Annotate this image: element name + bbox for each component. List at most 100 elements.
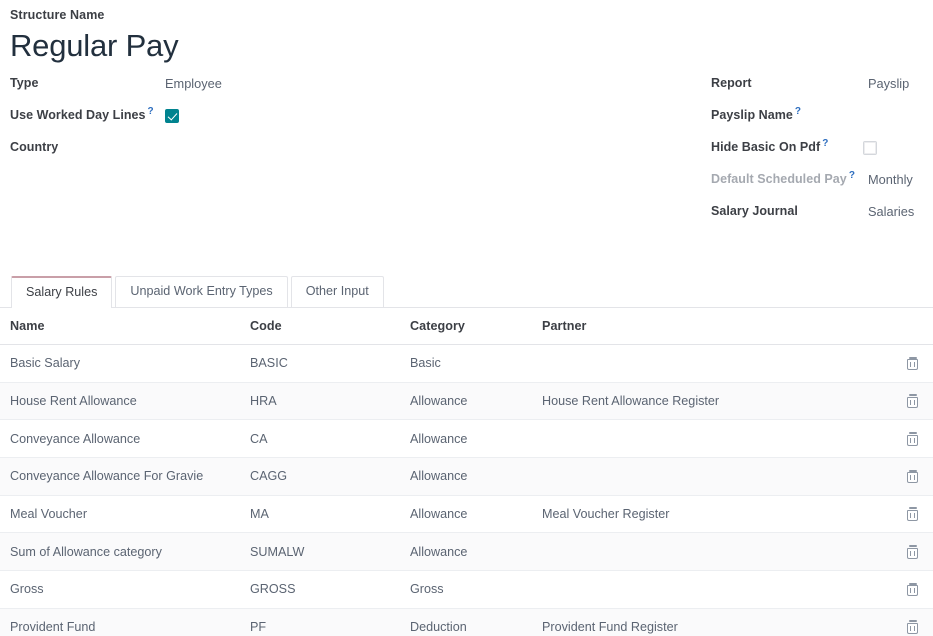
cell-name[interactable]: Meal Voucher bbox=[0, 495, 250, 533]
delete-icon[interactable] bbox=[906, 394, 919, 408]
cell-category[interactable]: Allowance bbox=[410, 533, 542, 571]
field-row-default-scheduled-pay: Default Scheduled Pay?Monthly bbox=[711, 170, 923, 190]
table-header: Name Code Category Partner bbox=[0, 308, 933, 345]
checkbox-hide-basic-on-pdf[interactable] bbox=[863, 141, 877, 155]
cell-actions bbox=[872, 420, 933, 458]
cell-name[interactable]: Conveyance Allowance For Gravie bbox=[0, 458, 250, 496]
field-row-country: Country bbox=[10, 138, 460, 158]
table-row[interactable]: Meal VoucherMAAllowanceMeal Voucher Regi… bbox=[0, 495, 933, 533]
delete-icon[interactable] bbox=[906, 357, 919, 371]
delete-icon[interactable] bbox=[906, 470, 919, 484]
table-row[interactable]: GrossGROSSGross bbox=[0, 571, 933, 609]
cell-code[interactable]: HRA bbox=[250, 382, 410, 420]
tooltip-icon[interactable]: ? bbox=[849, 170, 855, 181]
page-title[interactable]: Regular Pay bbox=[10, 26, 923, 66]
field-value-salary-journal[interactable]: Salaries bbox=[863, 202, 923, 221]
delete-icon[interactable] bbox=[906, 620, 919, 634]
cell-actions bbox=[872, 608, 933, 636]
cell-name[interactable]: Conveyance Allowance bbox=[0, 420, 250, 458]
cell-actions bbox=[872, 382, 933, 420]
column-header-partner[interactable]: Partner bbox=[542, 308, 872, 345]
delete-icon[interactable] bbox=[906, 432, 919, 446]
column-header-category[interactable]: Category bbox=[410, 308, 542, 345]
table-row[interactable]: Conveyance AllowanceCAAllowance bbox=[0, 420, 933, 458]
field-label-default-scheduled-pay: Default Scheduled Pay? bbox=[711, 170, 863, 189]
checkbox-use-worked-day-lines[interactable] bbox=[165, 109, 179, 123]
cell-partner[interactable] bbox=[542, 458, 872, 496]
cell-partner[interactable] bbox=[542, 571, 872, 609]
cell-code[interactable]: CA bbox=[250, 420, 410, 458]
cell-actions bbox=[872, 571, 933, 609]
field-area: TypeEmployeeUse Worked Day Lines?Country… bbox=[0, 74, 933, 264]
cell-code[interactable]: PF bbox=[250, 608, 410, 636]
field-value-default-scheduled-pay[interactable]: Monthly bbox=[863, 170, 923, 189]
cell-partner[interactable]: Provident Fund Register bbox=[542, 608, 872, 636]
table-row[interactable]: Sum of Allowance categorySUMALWAllowance bbox=[0, 533, 933, 571]
cell-partner[interactable]: Meal Voucher Register bbox=[542, 495, 872, 533]
cell-category[interactable]: Gross bbox=[410, 571, 542, 609]
field-column-right: ReportPayslipPayslip Name?Hide Basic On … bbox=[711, 74, 923, 234]
table-row[interactable]: Conveyance Allowance For GravieCAGGAllow… bbox=[0, 458, 933, 496]
form-header: Structure Name Regular Pay bbox=[0, 0, 933, 66]
cell-partner[interactable]: House Rent Allowance Register bbox=[542, 382, 872, 420]
field-row-salary-journal: Salary JournalSalaries bbox=[711, 202, 923, 222]
column-header-code[interactable]: Code bbox=[250, 308, 410, 345]
field-label-country: Country bbox=[10, 138, 165, 157]
delete-icon[interactable] bbox=[906, 545, 919, 559]
table-row[interactable]: Basic SalaryBASICBasic bbox=[0, 345, 933, 383]
cell-category[interactable]: Allowance bbox=[410, 420, 542, 458]
field-row-hide-basic-on-pdf: Hide Basic On Pdf? bbox=[711, 138, 923, 158]
field-row-type: TypeEmployee bbox=[10, 74, 460, 94]
field-value-type[interactable]: Employee bbox=[165, 74, 222, 93]
cell-actions bbox=[872, 495, 933, 533]
field-row-report: ReportPayslip bbox=[711, 74, 923, 94]
cell-code[interactable]: SUMALW bbox=[250, 533, 410, 571]
cell-name[interactable]: Sum of Allowance category bbox=[0, 533, 250, 571]
cell-partner[interactable] bbox=[542, 420, 872, 458]
cell-category[interactable]: Allowance bbox=[410, 382, 542, 420]
table-row[interactable]: House Rent AllowanceHRAAllowanceHouse Re… bbox=[0, 382, 933, 420]
field-column-left: TypeEmployeeUse Worked Day Lines?Country bbox=[10, 74, 460, 170]
cell-category[interactable]: Allowance bbox=[410, 495, 542, 533]
delete-icon[interactable] bbox=[906, 583, 919, 597]
delete-icon[interactable] bbox=[906, 507, 919, 521]
tooltip-icon[interactable]: ? bbox=[795, 106, 801, 117]
tooltip-icon[interactable]: ? bbox=[822, 138, 828, 149]
cell-actions bbox=[872, 533, 933, 571]
cell-code[interactable]: BASIC bbox=[250, 345, 410, 383]
column-header-name[interactable]: Name bbox=[0, 308, 250, 345]
cell-code[interactable]: GROSS bbox=[250, 571, 410, 609]
field-row-payslip-name: Payslip Name? bbox=[711, 106, 923, 126]
table-body: Basic SalaryBASICBasicHouse Rent Allowan… bbox=[0, 345, 933, 636]
cell-code[interactable]: CAGG bbox=[250, 458, 410, 496]
cell-name[interactable]: Gross bbox=[0, 571, 250, 609]
cell-category[interactable]: Deduction bbox=[410, 608, 542, 636]
column-header-actions bbox=[872, 308, 933, 345]
tab-bar: Salary RulesUnpaid Work Entry TypesOther… bbox=[0, 275, 933, 308]
cell-partner[interactable] bbox=[542, 345, 872, 383]
field-label-salary-journal: Salary Journal bbox=[711, 202, 863, 221]
field-label-payslip-name: Payslip Name? bbox=[711, 106, 863, 125]
salary-structure-form: Structure Name Regular Pay TypeEmployeeU… bbox=[0, 0, 933, 636]
field-label-type: Type bbox=[10, 74, 165, 93]
field-value-report[interactable]: Payslip bbox=[863, 74, 923, 93]
tooltip-icon[interactable]: ? bbox=[148, 106, 154, 117]
cell-name[interactable]: House Rent Allowance bbox=[0, 382, 250, 420]
cell-category[interactable]: Basic bbox=[410, 345, 542, 383]
field-label-report: Report bbox=[711, 74, 863, 93]
salary-rules-table: Name Code Category Partner Basic SalaryB… bbox=[0, 308, 933, 636]
table-row[interactable]: Provident FundPFDeductionProvident Fund … bbox=[0, 608, 933, 636]
table-header-row: Name Code Category Partner bbox=[0, 308, 933, 345]
field-label-use-worked-day-lines: Use Worked Day Lines? bbox=[10, 106, 165, 125]
cell-name[interactable]: Provident Fund bbox=[0, 608, 250, 636]
field-label-hide-basic-on-pdf: Hide Basic On Pdf? bbox=[711, 138, 863, 157]
cell-code[interactable]: MA bbox=[250, 495, 410, 533]
tab-salary-rules[interactable]: Salary Rules bbox=[11, 276, 112, 308]
structure-name-label: Structure Name bbox=[10, 6, 923, 24]
tab-unpaid-work-entry-types[interactable]: Unpaid Work Entry Types bbox=[115, 276, 287, 307]
cell-partner[interactable] bbox=[542, 533, 872, 571]
cell-category[interactable]: Allowance bbox=[410, 458, 542, 496]
cell-name[interactable]: Basic Salary bbox=[0, 345, 250, 383]
cell-actions bbox=[872, 458, 933, 496]
tab-other-input[interactable]: Other Input bbox=[291, 276, 384, 307]
